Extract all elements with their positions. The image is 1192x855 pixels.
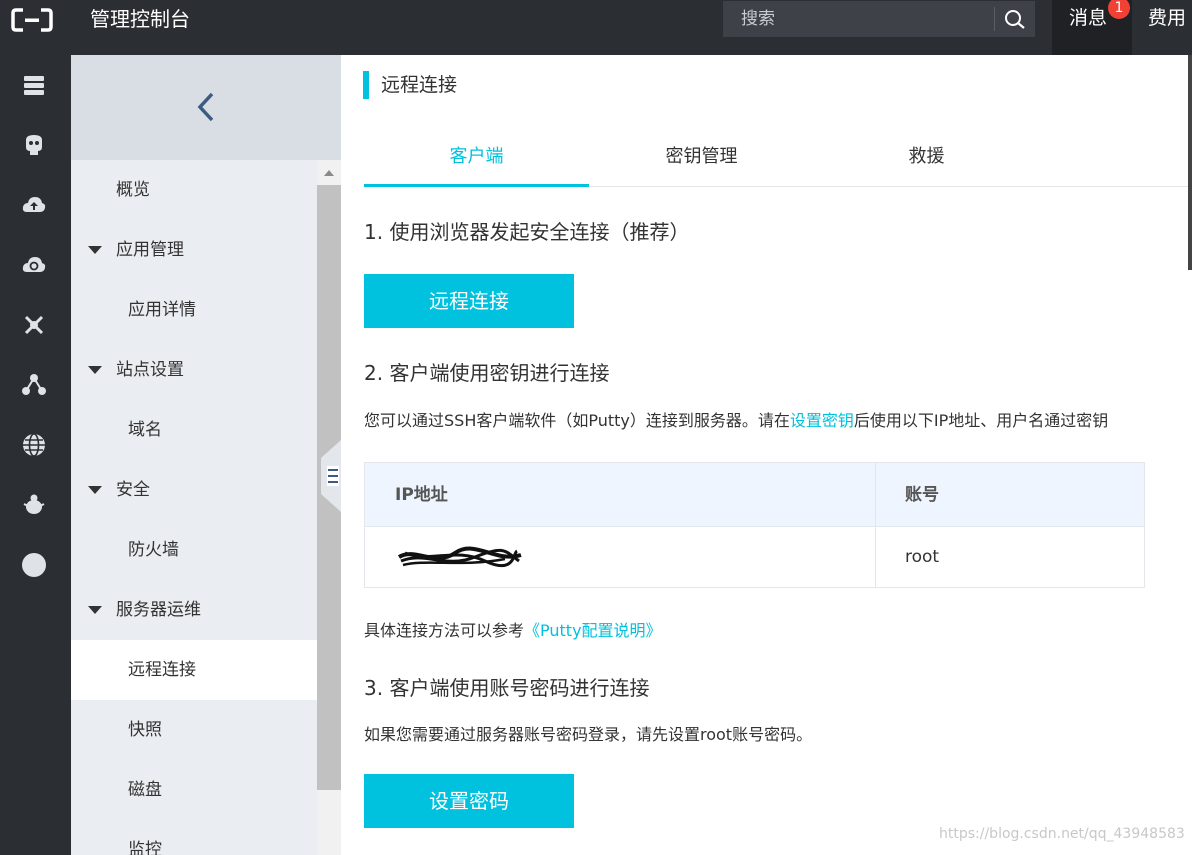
scroll-up-arrow-icon[interactable] (324, 170, 334, 176)
caret-down-icon[interactable] (88, 366, 102, 374)
sidebar-toggle-icon[interactable] (321, 440, 341, 512)
top-bar: 管理控制台 搜索 消息 1 费用 (0, 0, 1192, 55)
page-scroll-edge (1188, 55, 1192, 270)
main-content: 远程连接 客户端 密钥管理 救援 1. 使用浏览器发起安全连接（推荐） 远程连接… (341, 55, 1192, 855)
account-header: 账号 (905, 485, 939, 505)
server-icon[interactable] (21, 72, 47, 98)
messages-label: 消息 (1069, 7, 1108, 29)
account-value: root (905, 547, 940, 567)
sidebar-collapse-area[interactable] (71, 55, 341, 160)
tab-bar: 客户端 密钥管理 救援 (364, 137, 1192, 187)
fees-menu[interactable]: 费用 (1148, 5, 1186, 31)
circle-icon[interactable] (21, 552, 47, 578)
sidebar-item-label: 域名 (128, 420, 162, 440)
watermark: https://blog.csdn.net/qq_43948583 (939, 826, 1185, 842)
table-column-divider (875, 463, 876, 587)
caret-down-icon[interactable] (88, 606, 102, 614)
sidebar-item[interactable]: 防火墙 (71, 520, 317, 580)
set-key-link[interactable]: 设置密钥 (790, 411, 854, 430)
sidebar-item[interactable]: 监控 (71, 820, 317, 855)
bug-icon[interactable] (21, 492, 47, 518)
aliyun-logo-icon[interactable] (11, 8, 53, 32)
cloud-refresh-icon[interactable] (21, 252, 47, 278)
caret-down-icon[interactable] (88, 246, 102, 254)
redacted-ip-scribble (397, 546, 522, 568)
sidebar-item-label: 快照 (128, 720, 162, 740)
reference-prefix: 具体连接方法可以参考 (364, 621, 525, 640)
messages-button[interactable]: 消息 1 (1052, 0, 1132, 55)
search-box[interactable]: 搜索 (723, 1, 1035, 37)
sidebar-item-label: 磁盘 (128, 780, 162, 800)
sidebar-item-label: 远程连接 (128, 660, 196, 680)
sidebar-item-label: 监控 (128, 840, 162, 855)
product-icon-rail (0, 55, 71, 855)
network-nodes-icon[interactable] (21, 312, 47, 338)
search-icon[interactable] (1003, 8, 1027, 30)
cloud-db-icon[interactable] (21, 132, 47, 158)
section3-title: 3. 客户端使用账号密码进行连接 (364, 676, 650, 700)
sidebar-item[interactable]: 磁盘 (71, 760, 317, 820)
sidebar-item-label: 站点设置 (116, 360, 184, 380)
sidebar-item[interactable]: 服务器运维 (71, 580, 317, 640)
sidebar-item[interactable]: 域名 (71, 400, 317, 460)
sidebar-item-label: 安全 (116, 480, 150, 500)
tab-key-management[interactable]: 密钥管理 (589, 137, 814, 187)
sidebar-item[interactable]: 应用详情 (71, 280, 317, 340)
tab-client[interactable]: 客户端 (364, 137, 589, 187)
chevron-left-icon[interactable] (195, 91, 217, 123)
section2-title: 2. 客户端使用密钥进行连接 (364, 361, 610, 385)
reference-text: 具体连接方法可以参考《Putty配置说明》 (364, 619, 662, 643)
sidebar-item[interactable]: 概览 (71, 160, 317, 220)
search-divider (994, 7, 995, 31)
sidebar-item[interactable]: 快照 (71, 700, 317, 760)
cloud-upload-icon[interactable] (21, 192, 47, 218)
search-input[interactable]: 搜索 (741, 7, 775, 31)
app-title[interactable]: 管理控制台 (90, 6, 190, 32)
sidebar-item-label: 应用详情 (128, 300, 196, 320)
sidebar-item[interactable]: 安全 (71, 460, 317, 520)
ip-address-header: IP地址 (395, 485, 448, 505)
section2-desc-suffix: 后使用以下IP地址、用户名通过密钥 (853, 411, 1109, 430)
secondary-sidebar: 概览应用管理应用详情站点设置域名安全防火墙服务器运维远程连接快照磁盘监控 (71, 55, 341, 855)
title-accent-bar (363, 71, 369, 99)
globe-icon[interactable] (21, 432, 47, 458)
section3-description: 如果您需要通过服务器账号密码登录，请先设置root账号密码。 (364, 725, 813, 744)
putty-guide-link[interactable]: 《Putty配置说明》 (524, 621, 662, 640)
tab-rescue[interactable]: 救援 (814, 137, 1039, 187)
cluster-icon[interactable] (21, 372, 47, 398)
sidebar-item[interactable]: 远程连接 (71, 640, 317, 700)
sidebar-item-label: 防火墙 (128, 540, 179, 560)
section1-title: 1. 使用浏览器发起安全连接（推荐） (364, 220, 690, 244)
sidebar-item-label: 概览 (116, 180, 150, 200)
table-header-row (365, 463, 1144, 527)
messages-badge: 1 (1108, 0, 1130, 19)
sidebar-item[interactable]: 应用管理 (71, 220, 317, 280)
sidebar-item[interactable]: 站点设置 (71, 340, 317, 400)
page-title: 远程连接 (381, 74, 458, 96)
remote-connect-button[interactable]: 远程连接 (364, 274, 574, 328)
caret-down-icon[interactable] (88, 486, 102, 494)
sidebar-item-label: 服务器运维 (116, 600, 201, 620)
connection-table: IP地址 账号 root (364, 462, 1145, 588)
section2-description: 您可以通过SSH客户端软件（如Putty）连接到服务器。请在设置密钥后使用以下I… (364, 409, 1108, 433)
set-password-button[interactable]: 设置密码 (364, 774, 574, 828)
sidebar-item-label: 应用管理 (116, 240, 184, 260)
section2-desc-prefix: 您可以通过SSH客户端软件（如Putty）连接到服务器。请在 (364, 411, 790, 430)
